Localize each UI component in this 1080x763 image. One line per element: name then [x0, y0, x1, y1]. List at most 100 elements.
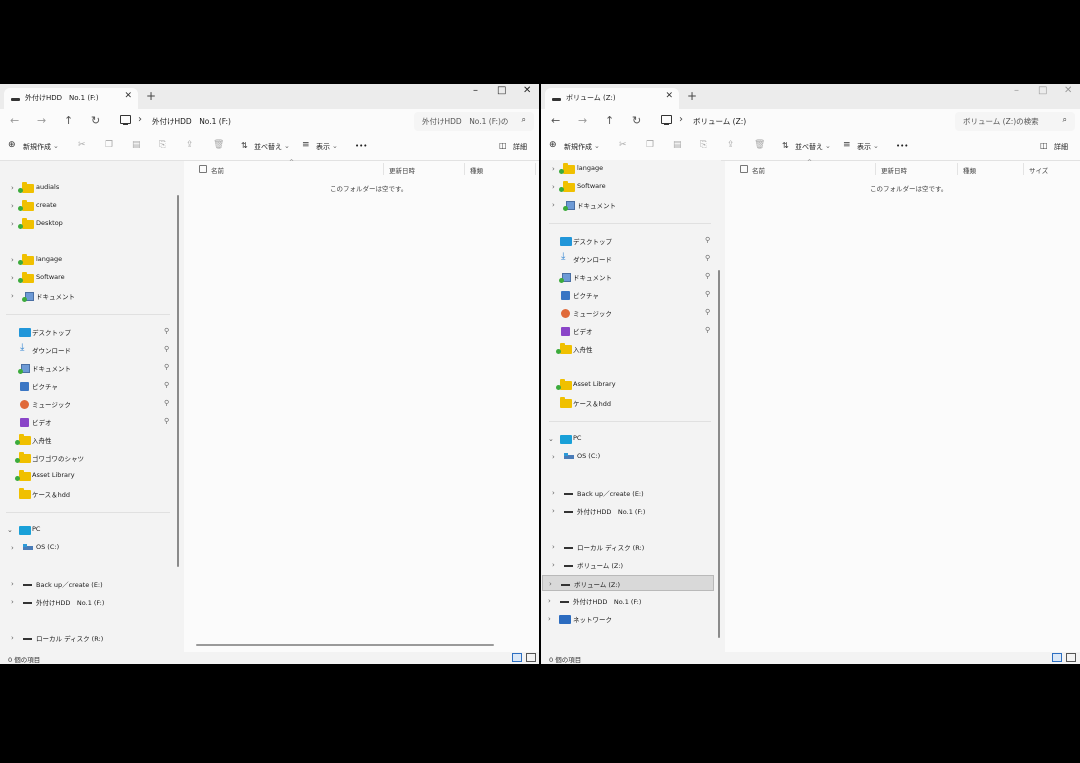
new-tab-button[interactable]: + — [146, 89, 156, 103]
close-tab-icon[interactable]: ✕ — [665, 91, 673, 101]
chevron-right-icon[interactable]: › — [549, 580, 552, 588]
forward-button[interactable]: → — [578, 114, 587, 127]
search-input[interactable]: ボリューム (Z:)の検索 ⌕ — [955, 112, 1075, 131]
quick-access-item[interactable]: Asset Library — [0, 468, 180, 484]
horizontal-scrollbar[interactable] — [196, 644, 494, 646]
column-separator[interactable] — [875, 163, 876, 175]
chevron-right-icon[interactable]: › — [552, 561, 555, 569]
chevron-right-icon[interactable]: › — [552, 183, 555, 191]
pin-icon[interactable]: ⚲ — [164, 363, 169, 371]
select-all-checkbox[interactable] — [740, 165, 748, 173]
quick-access-item[interactable]: ピクチャ ⚲ — [541, 287, 721, 303]
tab-volume-z[interactable]: ボリューム (Z:) ✕ — [545, 88, 679, 109]
chevron-down-icon[interactable]: ⌄ — [548, 435, 554, 443]
pin-icon[interactable]: ⚲ — [705, 272, 710, 280]
quick-access-item[interactable]: ミュージック ⚲ — [541, 305, 721, 321]
chevron-right-icon[interactable]: › — [11, 202, 14, 210]
quick-access-item[interactable]: ミュージック ⚲ — [0, 396, 180, 412]
delete-icon[interactable]: 🗑 — [213, 140, 224, 150]
chevron-right-icon[interactable]: › — [11, 544, 14, 552]
rename-icon[interactable]: ⎘ — [700, 140, 707, 150]
sort-button[interactable]: 並べ替え — [254, 142, 282, 152]
refresh-button[interactable]: ↻ — [632, 114, 641, 127]
sidebar-item-network[interactable]: › ネットワーク — [541, 611, 721, 627]
column-header-size[interactable]: サイズ — [1029, 165, 1048, 175]
quick-access-item[interactable]: デスクトップ ⚲ — [0, 324, 180, 340]
sidebar-item[interactable]: › ドキュメント — [541, 197, 711, 213]
maximize-button[interactable]: □ — [1038, 85, 1047, 96]
minimize-button[interactable]: – — [1014, 85, 1019, 96]
maximize-button[interactable]: □ — [497, 85, 506, 96]
tiles-view-toggle[interactable] — [526, 653, 536, 662]
paste-icon[interactable]: ▤ — [673, 140, 682, 150]
back-button[interactable]: ← — [10, 114, 19, 127]
new-button[interactable]: 新規作成 — [564, 142, 592, 152]
column-header-modified[interactable]: 更新日時 — [881, 165, 907, 175]
column-separator[interactable] — [383, 163, 384, 175]
sidebar-scrollbar[interactable] — [718, 270, 720, 638]
chevron-right-icon[interactable]: › — [552, 507, 555, 515]
pin-icon[interactable]: ⚲ — [705, 290, 710, 298]
quick-access-item[interactable]: ビデオ ⚲ — [541, 323, 721, 339]
chevron-right-icon[interactable]: › — [11, 580, 14, 588]
details-button[interactable]: 詳細 — [513, 142, 527, 152]
sidebar-item[interactable]: › create — [0, 198, 170, 214]
sidebar-item[interactable]: › audials — [0, 180, 170, 196]
chevron-right-icon[interactable]: › — [552, 201, 555, 209]
refresh-button[interactable]: ↻ — [91, 114, 100, 127]
pin-icon[interactable]: ⚲ — [705, 308, 710, 316]
chevron-right-icon[interactable]: › — [11, 274, 14, 282]
column-separator[interactable] — [464, 163, 465, 175]
sidebar-item[interactable]: › langage — [0, 252, 170, 268]
chevron-right-icon[interactable]: › — [11, 634, 14, 642]
more-options-button[interactable]: ••• — [896, 142, 908, 150]
quick-access-item[interactable]: Asset Library — [541, 377, 721, 393]
paste-icon[interactable]: ▤ — [132, 140, 141, 150]
chevron-down-icon[interactable]: ⌄ — [7, 526, 13, 534]
column-header-modified[interactable]: 更新日時 — [389, 165, 415, 175]
quick-access-item[interactable]: ドキュメント ⚲ — [0, 360, 180, 376]
column-separator[interactable] — [957, 163, 958, 175]
chevron-right-icon[interactable]: › — [552, 489, 555, 497]
quick-access-item[interactable]: デスクトップ ⚲ — [541, 233, 721, 249]
sidebar-item[interactable]: › Desktop — [0, 216, 170, 232]
details-view-toggle[interactable] — [512, 653, 522, 662]
pin-icon[interactable]: ⚲ — [705, 236, 710, 244]
sidebar-item-drive[interactable]: › OS (C:) — [541, 449, 721, 465]
column-separator[interactable] — [535, 163, 536, 175]
sidebar-item-drive[interactable]: › OS (C:) — [0, 540, 180, 556]
quick-access-item[interactable]: ピクチャ ⚲ — [0, 378, 180, 394]
pin-icon[interactable]: ⚲ — [164, 417, 169, 425]
column-separator[interactable] — [1023, 163, 1024, 175]
sidebar-item-drive-selected[interactable]: › ボリューム (Z:) — [542, 575, 714, 591]
view-button[interactable]: 表示 — [316, 142, 330, 152]
tab-external-hdd[interactable]: 外付けHDD No.1 (F:) ✕ — [4, 88, 138, 109]
address-bar[interactable]: › ボリューム (Z:) — [655, 112, 945, 131]
minimize-button[interactable]: – — [473, 85, 478, 96]
column-header-name[interactable]: 名前 — [211, 165, 224, 175]
column-header-name[interactable]: 名前 — [752, 165, 765, 175]
sidebar-item-drive[interactable]: › Back up／create (E:) — [541, 485, 721, 501]
new-tab-button[interactable]: + — [687, 89, 697, 103]
sidebar-item[interactable]: › Software — [541, 179, 711, 195]
column-header-type[interactable]: 種類 — [963, 165, 976, 175]
chevron-right-icon[interactable]: › — [11, 220, 14, 228]
sidebar-item-pc[interactable]: ⌄ PC — [541, 431, 721, 447]
sidebar-item-drive[interactable]: › ローカル ディスク (R:) — [0, 630, 180, 646]
back-button[interactable]: ← — [551, 114, 560, 127]
chevron-right-icon[interactable]: › — [552, 453, 555, 461]
sidebar-item[interactable]: › langage — [541, 161, 711, 177]
sidebar-item-pc[interactable]: ⌄ PC — [0, 522, 180, 538]
share-icon[interactable]: ⇪ — [186, 140, 194, 150]
pin-icon[interactable]: ⚲ — [705, 254, 710, 262]
rename-icon[interactable]: ⎘ — [159, 140, 166, 150]
copy-icon[interactable]: ❐ — [646, 140, 654, 150]
pin-icon[interactable]: ⚲ — [164, 381, 169, 389]
tiles-view-toggle[interactable] — [1066, 653, 1076, 662]
sidebar-scrollbar[interactable] — [177, 195, 179, 567]
pin-icon[interactable]: ⚲ — [705, 326, 710, 334]
close-window-button[interactable]: ✕ — [1064, 85, 1072, 96]
cut-icon[interactable]: ✂ — [78, 140, 86, 150]
pin-icon[interactable]: ⚲ — [164, 399, 169, 407]
quick-access-item[interactable]: ドキュメント ⚲ — [541, 269, 721, 285]
